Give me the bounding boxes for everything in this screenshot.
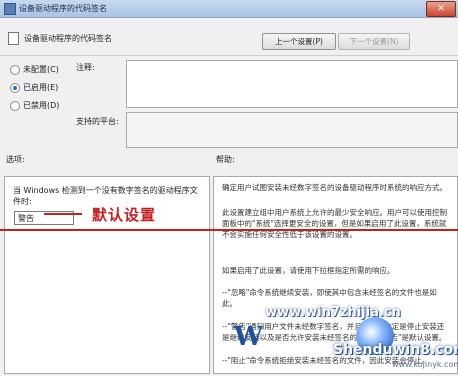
platform-label: 支持的平台: [76, 117, 119, 126]
window-title: 设备驱动程序的代码签名 [19, 4, 107, 13]
radio-label: 已启用(E) [23, 83, 59, 92]
radio-label: 未配置(C) [23, 65, 59, 74]
comment-textarea[interactable] [126, 60, 458, 108]
next-setting-button[interactable]: 下一个设置(N) [338, 33, 410, 50]
help-label: 帮助: [216, 155, 235, 164]
setting-icon [8, 32, 19, 45]
policy-icon [4, 3, 16, 15]
help-paragraph: 如果启用了此设置，请使用下拉框指定所需的响应。 [222, 266, 395, 275]
help-paragraph: 此设置建立组中用户系统上允许的最少安全响应。用户可以使用控制面板中的"系统"选择… [222, 208, 447, 239]
help-paragraph: 确定用户试图安装未经数字签名的设备驱动程序时系统的响应方式。 [222, 183, 447, 192]
watermark-brand: Shenduwin8.com [333, 342, 458, 358]
annotation-underline [0, 229, 458, 231]
watermark-logo-letter: W [234, 322, 264, 352]
previous-setting-button[interactable]: 上一个设置(P) [262, 33, 336, 50]
options-label: 选项: [6, 155, 25, 164]
watermark-site: www.kojinyk.com [392, 360, 458, 369]
platform-textbox [126, 112, 458, 148]
radio-circle[interactable] [10, 101, 20, 111]
title-bar: 设备驱动程序的代码签名 ✕ [0, 0, 458, 18]
annotation-pointer [44, 213, 82, 215]
radio-circle[interactable] [10, 65, 20, 75]
annotation-label: 默认设置 [92, 206, 157, 224]
radio-label: 已禁用(D) [23, 101, 60, 110]
close-button[interactable]: ✕ [426, 1, 456, 17]
radio-circle-selected[interactable] [10, 83, 20, 93]
setting-title: 设备驱动程序的代码签名 [24, 34, 112, 43]
header-divider [0, 55, 458, 56]
comment-label: 注释: [76, 63, 95, 72]
